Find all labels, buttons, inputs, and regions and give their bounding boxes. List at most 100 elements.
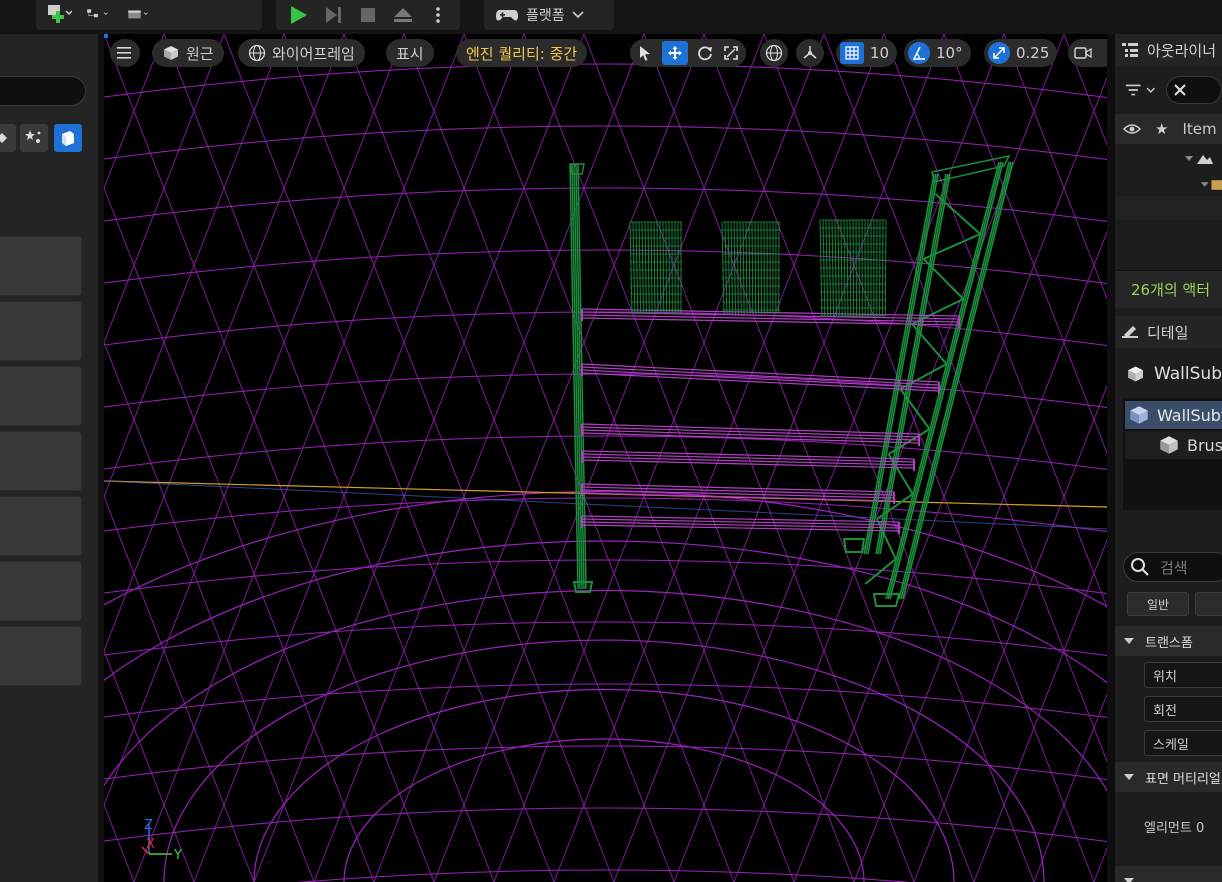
box-strand: [739, 221, 742, 315]
world-tree-icon: [1185, 155, 1213, 164]
rotate-icon[interactable]: [696, 44, 714, 62]
box-strand: [641, 221, 645, 315]
mode-visual-effects-button[interactable]: [20, 124, 48, 152]
grid-arc: [104, 807, 1107, 842]
collapse-triangle-icon: [1124, 638, 1134, 644]
element0-row: 엘리먼트 0: [1115, 814, 1222, 838]
selected-actor-name[interactable]: WallSub: [1154, 364, 1222, 384]
grid-snap-button[interactable]: 10: [836, 39, 898, 67]
grid-line: [883, 34, 1107, 609]
details-tab[interactable]: 디테일: [1115, 316, 1222, 348]
item-label-column[interactable]: Item: [1182, 120, 1216, 138]
mode-shapes-button[interactable]: [0, 124, 16, 152]
pin-star-icon[interactable]: ★: [1155, 120, 1168, 138]
grid-line: [373, 34, 705, 882]
engine-quality-button[interactable]: 엔진 퀄리티: 중간: [456, 39, 588, 67]
surface-snapping-button[interactable]: [796, 39, 824, 67]
selected-actor-row: WallSub: [1115, 356, 1222, 392]
grid-arc: [104, 249, 1107, 284]
category-transform[interactable]: 트랜스폼: [1115, 626, 1222, 656]
scale-property[interactable]: 스케일: [1144, 730, 1222, 756]
camera-speed-button[interactable]: [1068, 39, 1107, 67]
actor-tile[interactable]: [0, 301, 82, 361]
axis-gizmo: Z X Y: [141, 818, 182, 863]
actor-tile[interactable]: [0, 236, 82, 296]
actor-tile[interactable]: [0, 561, 82, 621]
rotation-property[interactable]: 회전: [1144, 696, 1222, 722]
grid-line: [104, 34, 165, 190]
panel-splitter[interactable]: [1107, 34, 1115, 882]
view-mode-button[interactable]: 와이어프레임: [238, 39, 365, 67]
cube-icon: [162, 44, 180, 62]
actor-tile[interactable]: [0, 496, 82, 556]
eject-icon[interactable]: [390, 4, 415, 26]
scale-snap-button[interactable]: 0.25: [984, 39, 1058, 67]
collapse-triangle-icon: [1124, 878, 1134, 882]
close-icon[interactable]: [1173, 83, 1187, 97]
mode-geometry-button[interactable]: [54, 124, 82, 152]
select-cursor-icon[interactable]: [636, 44, 654, 62]
translate-icon[interactable]: [662, 41, 688, 65]
actor-cube-icon: [1128, 366, 1143, 382]
step-icon[interactable]: [321, 4, 346, 26]
engine-quality-label: 엔진 퀄리티: 중간: [466, 44, 578, 63]
details-title: 디테일: [1147, 323, 1189, 342]
outliner-search-input[interactable]: [1166, 76, 1222, 104]
stop-icon[interactable]: [356, 4, 381, 26]
scale-snap-value: 0.25: [1016, 44, 1050, 62]
show-menu-button[interactable]: 표시: [386, 39, 434, 67]
scale-snap-icon: [988, 42, 1010, 64]
box-strand: [724, 221, 728, 315]
grid-line: [104, 34, 225, 344]
element0-label: 엘리먼트 0: [1144, 820, 1205, 836]
outliner-icon: [1122, 43, 1138, 57]
box-strand: [635, 221, 639, 315]
add-actor-icon[interactable]: [46, 4, 72, 26]
perspective-button[interactable]: 원근: [152, 39, 224, 67]
box-strand: [730, 221, 734, 315]
scale-icon[interactable]: [722, 44, 740, 62]
blueprint-icon[interactable]: [86, 4, 112, 26]
outliner-row[interactable]: [1115, 196, 1222, 220]
components-tree: WallSubt Brus: [1123, 398, 1222, 510]
location-property[interactable]: 위치: [1144, 662, 1222, 688]
play-icon[interactable]: [286, 4, 311, 26]
actor-tile[interactable]: [0, 626, 82, 686]
main-toolbar: 플랫폼: [0, 0, 1222, 34]
ground-arc: [253, 688, 955, 882]
visibility-eye-icon[interactable]: [1123, 123, 1141, 135]
rotation-snap-button[interactable]: 10°: [904, 39, 971, 67]
wall-subtract-mesh: [569, 154, 1014, 607]
level-viewport[interactable]: 원근 와이어프레임 표시 엔진 퀄리티: 중간 10 10° 0.25 Z X …: [104, 34, 1107, 882]
wireframe-label: 와이어프레임: [272, 44, 355, 63]
more-options-icon[interactable]: [425, 4, 450, 26]
filter-general-button[interactable]: 일반: [1127, 592, 1189, 616]
grid-line: [793, 76, 1107, 882]
details-pencil-icon: [1122, 326, 1138, 338]
filter-icon[interactable]: [1125, 82, 1158, 98]
cinematics-icon[interactable]: [126, 4, 152, 26]
actor-tile[interactable]: [0, 366, 82, 426]
component-child-row[interactable]: Brus: [1125, 431, 1222, 459]
details-search-input[interactable]: 검색: [1123, 552, 1222, 582]
grid-line: [223, 34, 555, 882]
outliner-tree-row[interactable]: [1115, 174, 1222, 196]
filter-category-button[interactable]: [1195, 592, 1222, 616]
viewport-menu-button[interactable]: [110, 39, 140, 67]
world-local-toggle[interactable]: [760, 39, 788, 67]
category-surface-material[interactable]: 표면 머티리얼: [1115, 762, 1222, 792]
category-collapsed[interactable]: [1115, 866, 1222, 882]
ground-arc: [104, 540, 1107, 684]
ground-arc: [104, 490, 1107, 608]
outliner-tab[interactable]: 아웃라이너: [1115, 34, 1222, 66]
search-input[interactable]: [0, 76, 86, 106]
outliner-tree-row[interactable]: [1115, 148, 1222, 170]
component-root-row[interactable]: WallSubt: [1125, 401, 1222, 429]
platform-menu[interactable]: 플랫폼: [484, 0, 614, 30]
actor-tile[interactable]: [0, 431, 82, 491]
grid-line: [313, 34, 645, 882]
hamburger-icon: [117, 47, 131, 59]
box-strand: [748, 221, 751, 315]
show-label: 표시: [396, 44, 424, 63]
platform-label: 플랫폼: [526, 8, 565, 24]
